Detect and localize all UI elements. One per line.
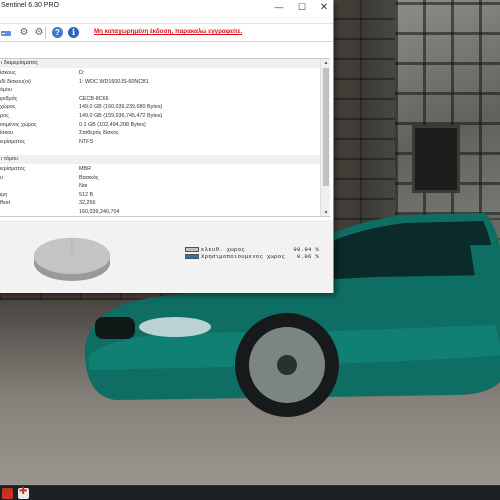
toolbar: ⚙ ⚙ ? i Μη καταχωρημένη έκδοση, παρακαλώ…	[0, 24, 333, 42]
scroll-down-button[interactable]: ▼	[321, 209, 330, 216]
legend-percent: 99.94 %	[293, 246, 319, 253]
property-key: ισιμένος χώρος	[0, 121, 37, 128]
property-key: χώρος	[0, 104, 16, 111]
property-key: ίσκους	[0, 70, 16, 76]
property-row[interactable]: όμου	[0, 86, 320, 95]
legend-entry: Χρησιμοποιουμενος χωρος 0.06 %	[185, 253, 319, 260]
vertical-scrollbar[interactable]: ▲ ▼	[320, 59, 330, 216]
usage-chart-area: ελευθ. χωρος 99.94 % Χρησιμοποιουμενος χωρ…	[0, 220, 333, 293]
property-row[interactable]: ιερίσματος MBR	[0, 165, 320, 174]
property-key: όμου	[0, 87, 13, 94]
taskbar	[0, 485, 500, 500]
maximize-button[interactable]: ☐	[291, 0, 313, 16]
property-row[interactable]: ιμη 512 B	[0, 191, 320, 200]
usage-pie-chart	[33, 237, 111, 281]
property-key: υ	[0, 174, 3, 181]
drive-icon[interactable]	[0, 27, 12, 39]
property-key: ιριθμός	[0, 95, 18, 102]
property-row[interactable]: υ Βασικός	[0, 174, 320, 183]
property-value: 1: WDC WD1600JS-60NCB1	[79, 78, 149, 85]
property-value: 149.0 GB (159,936,745,472 Bytes)	[79, 113, 163, 119]
property-row[interactable]: χώρος 149.0 GB (160,039,239,680 Bytes)	[0, 103, 320, 112]
property-value: 32,256	[79, 200, 96, 207]
property-row[interactable]: ιερίσματος NTFS	[0, 138, 320, 147]
property-value: 512 B	[79, 191, 94, 198]
legend-label: ελευθ. χωρος	[201, 246, 245, 253]
app-icon[interactable]	[18, 486, 29, 499]
legend-percent: 0.06 %	[297, 253, 319, 260]
property-key: ιερίσματος	[0, 138, 26, 145]
menu-bar	[0, 16, 333, 24]
title-bar[interactable]: Sentinel 6.30 PRO — ☐ ✕	[0, 0, 333, 16]
property-key: ιδί δίσκου(οι)	[0, 78, 31, 85]
gear-icon[interactable]: ⚙	[33, 27, 45, 39]
property-value: NTFS	[79, 138, 94, 145]
window-title: Sentinel 6.30 PRO	[1, 2, 59, 9]
legend-swatch	[185, 247, 199, 252]
minimize-button[interactable]: —	[268, 0, 290, 16]
property-key: ρος	[0, 113, 9, 119]
legend-swatch	[185, 254, 199, 259]
toolbar-separator	[45, 27, 46, 39]
app-icon[interactable]	[2, 488, 13, 499]
property-row[interactable]: ιριθμός CECB-8C66	[0, 95, 320, 104]
property-key: ιμη	[0, 191, 8, 198]
property-key: ffset	[0, 200, 11, 207]
help-icon[interactable]: ?	[52, 27, 63, 38]
property-value: D:	[79, 70, 85, 76]
property-value: 149.0 GB (160,039,239,680 Bytes)	[79, 104, 163, 111]
property-row[interactable]: ισιμένος χώρος 0.1 GB (102,494,208 Bytes)	[0, 121, 320, 130]
property-value: Σταθερός δίσκος	[79, 130, 119, 137]
section-header-volume: ι τόμου	[0, 155, 320, 164]
property-row[interactable]: Ναι	[0, 182, 320, 191]
property-value: 0.1 GB (102,494,208 Bytes)	[79, 121, 146, 128]
scroll-up-button[interactable]: ▲	[321, 59, 330, 68]
property-key: ίσκου	[0, 130, 14, 137]
scroll-thumb[interactable]	[323, 68, 329, 186]
legend-label: Χρησιμοποιουμενος χωρος	[201, 253, 286, 260]
property-value: CECB-8C66	[79, 95, 109, 102]
legend-entry: ελευθ. χωρος 99.94 %	[185, 246, 319, 253]
close-button[interactable]: ✕	[313, 0, 335, 16]
wall-window	[412, 125, 460, 193]
update-notice-link[interactable]: Μη καταχωρημένη έκδοση, παρακαλώ εγγραφε…	[94, 28, 242, 35]
properties-list: ι διαμερίσματος ίσκους D: ιδί δίσκου(οι) 1:…	[0, 58, 330, 217]
property-row[interactable]: ίσκους D:	[0, 69, 320, 78]
property-row[interactable]: ιδί δίσκου(οι) 1: WDC WD1600JS-60NCB1	[0, 78, 320, 87]
property-row[interactable]: ffset 32,256	[0, 199, 320, 208]
property-row[interactable]: ίσκου Σταθερός δίσκος	[0, 129, 320, 138]
info-icon[interactable]: i	[68, 27, 79, 38]
property-value: MBR	[79, 166, 91, 172]
property-value: Ναι	[79, 183, 88, 190]
property-value: Βασικός	[79, 174, 99, 181]
property-row[interactable]: 160,039,240,704	[0, 208, 320, 216]
property-key: ιερίσματος	[0, 166, 26, 172]
property-value: 160,039,240,704	[79, 209, 120, 215]
gear-icon[interactable]: ⚙	[18, 27, 30, 39]
property-row[interactable]: ρος 149.0 GB (159,936,745,472 Bytes)	[0, 112, 320, 121]
sentinel-window: Sentinel 6.30 PRO — ☐ ✕ ⚙ ⚙ ? i Μη καταχ…	[0, 0, 334, 293]
chart-legend: ελευθ. χωρος 99.94 % Χρησιμοποιουμενος χωρ…	[185, 246, 319, 260]
section-header-partition: ι διαμερίσματος	[0, 59, 320, 68]
